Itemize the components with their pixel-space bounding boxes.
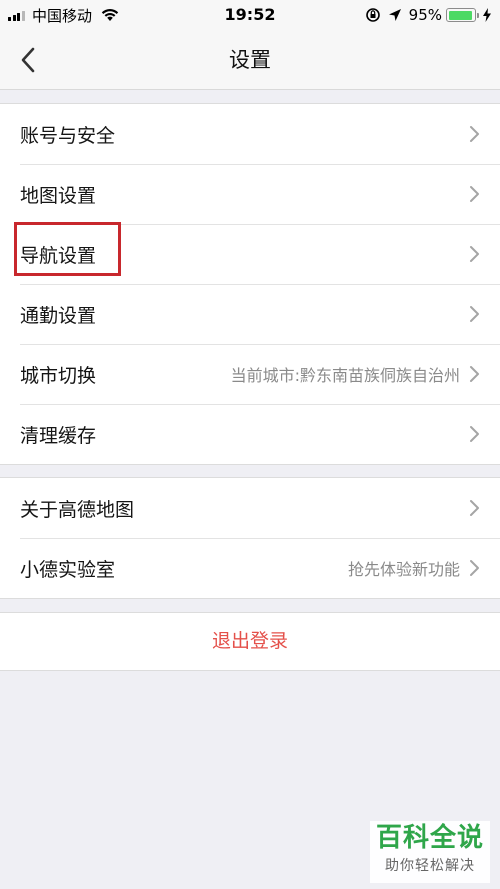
watermark-title: 百科全说 <box>375 823 484 853</box>
row-label: 清理缓存 <box>20 424 97 447</box>
row-label: 导航设置 <box>20 244 97 267</box>
row-xiaode-lab[interactable]: 小德实验室 抢先体验新功能 <box>0 538 500 598</box>
status-bar-right: 95% <box>365 0 492 30</box>
orientation-lock-icon <box>365 8 380 22</box>
settings-group-about: 关于高德地图 小德实验室 抢先体验新功能 <box>0 477 500 599</box>
logout-button[interactable]: 退出登录 <box>0 612 500 671</box>
row-commute-settings[interactable]: 通勤设置 <box>0 284 500 344</box>
settings-group-main: 账号与安全 地图设置 导航设置 通勤设置 城市切换 当前城市:黔东南苗族侗族自治… <box>0 103 500 465</box>
watermark-logo: 百科全说 助你轻松解决 <box>370 821 490 883</box>
chevron-right-icon <box>470 306 479 322</box>
battery-icon <box>446 8 479 22</box>
chevron-right-icon <box>470 366 479 382</box>
charging-icon <box>483 8 491 22</box>
chevron-right-icon <box>470 560 479 576</box>
row-label: 通勤设置 <box>20 304 97 327</box>
chevron-right-icon <box>470 126 479 142</box>
row-label: 小德实验室 <box>20 558 116 581</box>
row-label: 城市切换 <box>20 364 97 387</box>
row-label: 关于高德地图 <box>20 498 135 521</box>
watermark-subtitle: 助你轻松解决 <box>385 858 475 874</box>
row-city-switch[interactable]: 城市切换 当前城市:黔东南苗族侗族自治州 <box>0 344 500 404</box>
row-navigation-settings[interactable]: 导航设置 <box>0 224 500 284</box>
lab-value: 抢先体验新功能 <box>347 560 460 579</box>
status-bar: 中国移动 19:52 95% <box>0 0 500 30</box>
row-about-amap[interactable]: 关于高德地图 <box>0 478 500 538</box>
page-title: 设置 <box>229 48 271 72</box>
chevron-right-icon <box>470 500 479 516</box>
row-label: 账号与安全 <box>20 124 116 147</box>
battery-percent: 95% <box>408 6 442 24</box>
chevron-right-icon <box>470 246 479 262</box>
chevron-right-icon <box>470 186 479 202</box>
row-map-settings[interactable]: 地图设置 <box>0 164 500 224</box>
current-city-value: 当前城市:黔东南苗族侗族自治州 <box>230 366 460 385</box>
chevron-right-icon <box>470 426 479 442</box>
row-clear-cache[interactable]: 清理缓存 <box>0 404 500 464</box>
row-label: 地图设置 <box>20 184 97 207</box>
row-account-security[interactable]: 账号与安全 <box>0 104 500 164</box>
navigation-bar: 设置 <box>0 30 500 90</box>
location-arrow-icon <box>388 9 401 21</box>
